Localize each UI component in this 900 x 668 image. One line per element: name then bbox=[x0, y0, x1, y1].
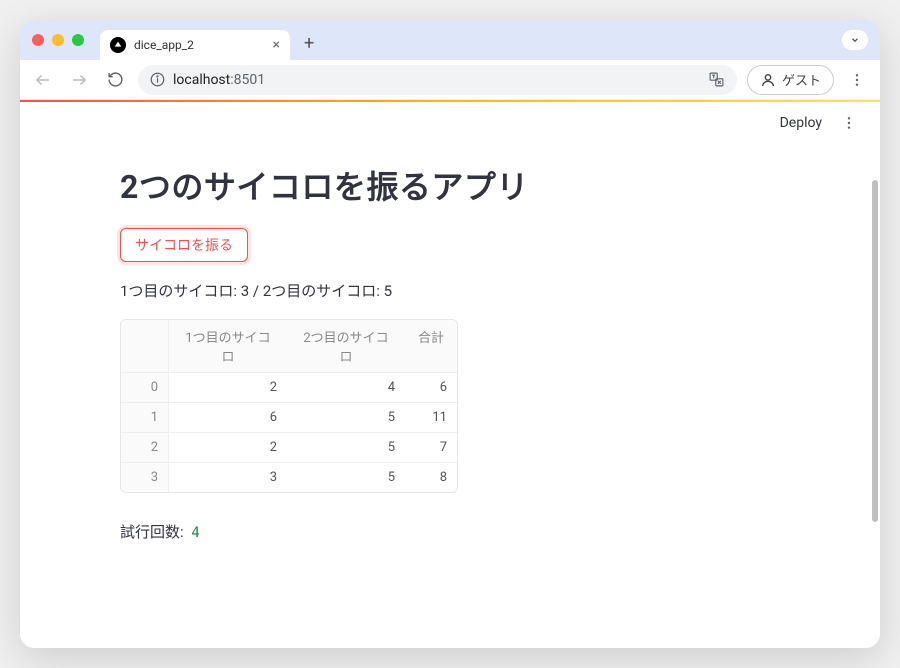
table-row: 2 2 5 7 bbox=[121, 433, 457, 463]
browser-menu-button[interactable] bbox=[844, 67, 870, 93]
table-cell: 6 bbox=[405, 373, 457, 403]
window-maximize-button[interactable] bbox=[72, 34, 84, 46]
page-content: Deploy 2つのサイコロを振るアプリ サイコロを振る 1つ目のサイコロ: 3… bbox=[20, 100, 880, 648]
scrollbar[interactable] bbox=[872, 180, 878, 608]
roll-dice-button[interactable]: サイコロを振る bbox=[120, 228, 248, 262]
table-header-cell: 1つ目のサイコロ bbox=[169, 320, 287, 373]
table-header-cell: 2つ目のサイコロ bbox=[287, 320, 405, 373]
table-index-cell: 2 bbox=[121, 433, 169, 463]
tabs-dropdown-button[interactable] bbox=[842, 30, 868, 50]
tab-bar-right bbox=[842, 30, 868, 50]
results-table[interactable]: 1つ目のサイコロ 2つ目のサイコロ 合計 0 2 4 6 1 6 5 1 bbox=[120, 319, 458, 493]
table-cell: 6 bbox=[169, 403, 287, 433]
deploy-button[interactable]: Deploy bbox=[780, 115, 822, 131]
table-cell: 5 bbox=[287, 433, 405, 463]
window-close-button[interactable] bbox=[32, 34, 44, 46]
table-index-cell: 0 bbox=[121, 373, 169, 403]
browser-window: dice_app_2 × + localhost:8501 bbox=[20, 20, 880, 648]
tab-bar: dice_app_2 × + bbox=[20, 20, 880, 60]
traffic-lights bbox=[32, 34, 84, 46]
nav-reload-button[interactable] bbox=[102, 67, 128, 93]
table-row: 1 6 5 11 bbox=[121, 403, 457, 433]
table-cell: 5 bbox=[287, 403, 405, 433]
table-row: 3 3 5 8 bbox=[121, 463, 457, 492]
result-text: 1つ目のサイコロ: 3 / 2つ目のサイコロ: 5 bbox=[120, 280, 780, 301]
translate-icon[interactable] bbox=[708, 71, 725, 88]
table-cell: 11 bbox=[405, 403, 457, 433]
table-row: 0 2 4 6 bbox=[121, 373, 457, 403]
table-cell: 3 bbox=[169, 463, 287, 492]
streamlit-favicon bbox=[110, 37, 126, 53]
table-cell: 2 bbox=[169, 433, 287, 463]
profile-guest-button[interactable]: ゲスト bbox=[747, 65, 834, 95]
table-cell: 5 bbox=[287, 463, 405, 492]
trial-count-line: 試行回数: 4 bbox=[120, 521, 780, 542]
nav-back-button[interactable] bbox=[30, 67, 56, 93]
table-cell: 7 bbox=[405, 433, 457, 463]
table-cell: 4 bbox=[287, 373, 405, 403]
url-bar[interactable]: localhost:8501 bbox=[138, 65, 737, 95]
tab-close-icon[interactable]: × bbox=[273, 37, 280, 53]
window-minimize-button[interactable] bbox=[52, 34, 64, 46]
address-bar: localhost:8501 ゲスト bbox=[20, 60, 880, 100]
streamlit-menu-button[interactable] bbox=[836, 110, 862, 136]
table-header-cell: 合計 bbox=[405, 320, 457, 373]
table-index-cell: 3 bbox=[121, 463, 169, 492]
page-title: 2つのサイコロを振るアプリ bbox=[120, 162, 780, 208]
guest-label: ゲスト bbox=[782, 70, 821, 89]
streamlit-toolbar: Deploy bbox=[780, 110, 862, 136]
trial-label: 試行回数: bbox=[120, 523, 184, 541]
table-header-index bbox=[121, 320, 169, 373]
new-tab-button[interactable]: + bbox=[298, 33, 320, 54]
browser-tab[interactable]: dice_app_2 × bbox=[100, 30, 290, 60]
app-column: 2つのサイコロを振るアプリ サイコロを振る 1つ目のサイコロ: 3 / 2つ目の… bbox=[120, 162, 780, 542]
table-cell: 2 bbox=[169, 373, 287, 403]
trial-count-value: 4 bbox=[191, 525, 199, 541]
site-info-icon[interactable] bbox=[150, 72, 165, 87]
table-index-cell: 1 bbox=[121, 403, 169, 433]
tab-title: dice_app_2 bbox=[134, 38, 265, 52]
nav-forward-button[interactable] bbox=[66, 67, 92, 93]
scrollbar-thumb[interactable] bbox=[872, 180, 878, 522]
table-cell: 8 bbox=[405, 463, 457, 492]
table-header-row: 1つ目のサイコロ 2つ目のサイコロ 合計 bbox=[121, 320, 457, 373]
url-host: localhost:8501 bbox=[173, 72, 265, 88]
app-body: 2つのサイコロを振るアプリ サイコロを振る 1つ目のサイコロ: 3 / 2つ目の… bbox=[20, 102, 880, 542]
